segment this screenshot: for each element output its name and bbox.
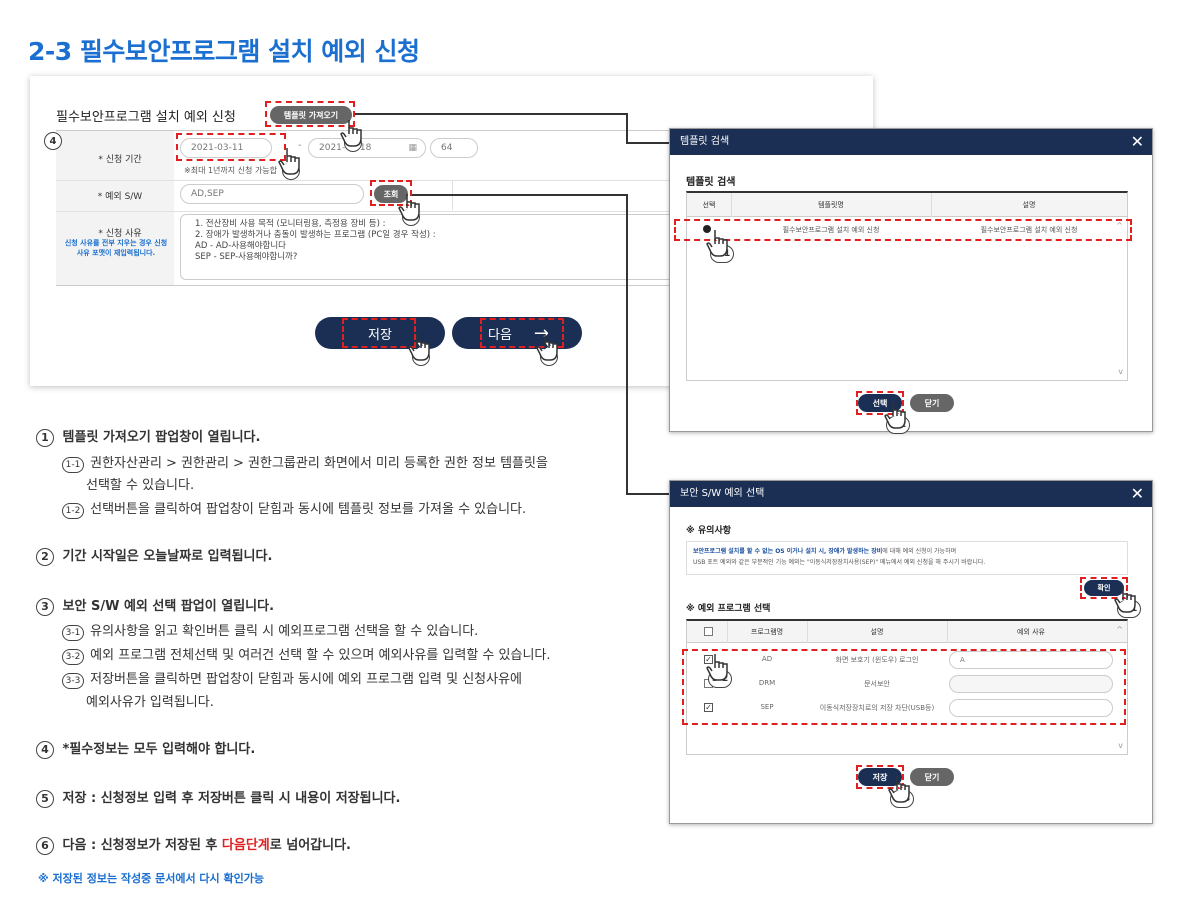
sw-label: * 예외 S/W [97, 192, 143, 202]
notice-text-line2: USB 포트 예외와 같은 부분적인 기능 예외는 "이동식저장장치사용(SEP… [693, 559, 986, 566]
description-item: 1-1 권한자산관리 > 권한관리 > 권한그룹관리 화면에서 미리 등록한 권… [62, 452, 548, 473]
scroll-down-icon[interactable]: v [1118, 367, 1123, 376]
sw-exception-popup: 보안 S/W 예외 선택 ✕ ※ 유의사항 보안프로그램 설치를 할 수 없는 … [669, 480, 1153, 824]
column-header: 설명 [870, 628, 884, 636]
description-number: 3-3 [62, 673, 84, 689]
step-marker: 4 [44, 132, 62, 150]
period-note: ※최대 1년까지 신청 가능합 [184, 166, 278, 175]
reason-line: SEP - SEP-사용해야합니까? [195, 252, 298, 262]
description-item: 5 저장 : 신청정보 입력 후 저장버튼 클릭 시 내용이 저장됩니다. [36, 787, 400, 808]
hand-cursor-icon [884, 402, 906, 429]
description-number: 1-1 [62, 457, 84, 473]
reason-note: 신청 사유를 전부 지우는 경우 신청 사유 포맷이 재입력됩니다. [64, 239, 168, 257]
hand-cursor-icon [888, 776, 910, 803]
hand-cursor-icon [278, 148, 300, 175]
description-text: 보안 S/W 예외 선택 팝업이 열립니다. [62, 599, 275, 614]
description-text: *필수정보는 모두 입력해야 합니다. [62, 742, 256, 757]
hand-cursor-icon [398, 194, 420, 221]
description-text: 저장 : 신청정보 입력 후 저장버튼 클릭 시 내용이 저장됩니다. [62, 791, 401, 806]
period-label: * 신청 기간 [98, 155, 142, 165]
calendar-icon[interactable]: ▦ [408, 139, 417, 157]
column-header: 프로그램명 [750, 628, 784, 636]
sw-input[interactable]: AD,SEP [180, 184, 364, 204]
description-item: 1 템플릿 가져오기 팝업창이 열립니다. [36, 426, 260, 447]
reason-line: 1. 전산장비 사용 목적 (모니터링용, 측정용 장비 등) : [195, 219, 386, 229]
description-item-continued: 예외사유가 입력됩니다. [86, 695, 214, 710]
notice-box: 보안프로그램 설치를 할 수 없는 OS 이거나 설치 시, 장애가 발생하는 … [686, 541, 1128, 575]
description-item: 4 *필수정보는 모두 입력해야 합니다. [36, 738, 255, 759]
close-icon[interactable]: ✕ [1131, 481, 1144, 507]
form-title: 필수보안프로그램 설치 예외 신청 [56, 110, 236, 125]
footnote: ※ 저장된 정보는 작성중 문서에서 다시 확인가능 [38, 872, 264, 885]
description-number: 5 [36, 789, 54, 808]
hand-cursor-icon [340, 120, 362, 147]
description-number: 2 [36, 547, 54, 566]
description-text: 저장버튼을 클릭하면 팝업창이 닫힘과 동시에 예외 프로그램 입력 및 신청사… [90, 672, 523, 687]
sw-popup-header: 보안 S/W 예외 선택 ✕ [670, 481, 1152, 507]
column-header: 설명 [1022, 201, 1036, 209]
date-end-input[interactable]: 2021-03-18 ▦ [308, 138, 426, 158]
template-popup-title: 템플릿 검색 [680, 136, 730, 147]
hand-cursor-icon [1114, 586, 1136, 613]
description-item-continued: 선택할 수 있습니다. [86, 478, 195, 493]
sw-popup-title: 보안 S/W 예외 선택 [680, 488, 765, 499]
description-item: 3-1 유의사항을 읽고 확인버튼 클릭 시 예외프로그램 선택을 할 수 있습… [62, 620, 478, 641]
close-icon[interactable]: ✕ [1131, 129, 1144, 155]
description-highlight: 다음단계 [221, 838, 270, 853]
description-item: 3-3 저장버튼을 클릭하면 팝업창이 닫힘과 동시에 예외 프로그램 입력 및… [62, 668, 522, 689]
scroll-up-icon[interactable]: ^ [1116, 625, 1123, 634]
description-number: 1-2 [62, 503, 84, 519]
description-item: 3 보안 S/W 예외 선택 팝업이 열립니다. [36, 595, 274, 616]
description-text: 선택버튼을 클릭하여 팝업창이 닫힘과 동시에 템플릿 정보를 가져올 수 있습… [90, 502, 527, 517]
description-number: 3 [36, 597, 54, 616]
description-text: 다음 : 신청정보가 저장된 후 [62, 838, 222, 853]
page-title: 2-3 필수보안프로그램 설치 예외 신청 [28, 37, 420, 66]
hand-cursor-icon [536, 334, 558, 361]
description-number: 1 [36, 428, 54, 447]
close-button[interactable]: 닫기 [910, 768, 954, 786]
column-header: 선택 [702, 201, 716, 209]
description-item: 3-2 예외 프로그램 전체선택 및 여러건 선택 할 수 있으며 예외사유를 … [62, 644, 551, 665]
column-header: 템플릿명 [818, 201, 844, 209]
reason-line: AD - AD-사용해야합니다 [195, 241, 286, 251]
days-input: 64 [430, 138, 478, 158]
notice-text: 에 대해 예외 신청이 가능하며 [882, 548, 957, 555]
reason-textarea[interactable]: 1. 전산장비 사용 목적 (모니터링용, 측정용 장비 등) : 2. 장애가… [180, 214, 676, 280]
scroll-down-icon[interactable]: v [1118, 741, 1123, 750]
description-number: 4 [36, 740, 54, 759]
template-popup-header: 템플릿 검색 ✕ [670, 129, 1152, 155]
description-number: 6 [36, 836, 54, 855]
template-popup: 템플릿 검색 ✕ 템플릿 검색 선택 템플릿명 설명 필수보안프로그램 설치 예… [669, 128, 1153, 432]
description-item: 2 기간 시작일은 오늘날짜로 입력됩니다. [36, 545, 272, 566]
description-number: 3-1 [62, 625, 84, 641]
description-text: 예외 프로그램 전체선택 및 여러건 선택 할 수 있으며 예외사유를 입력할 … [90, 648, 551, 663]
template-popup-subtitle: 템플릿 검색 [686, 177, 736, 188]
description-item: 6 다음 : 신청정보가 저장된 후 다음단계로 넘어갑니다. [36, 834, 351, 855]
description-text: 템플릿 가져오기 팝업창이 열립니다. [62, 430, 261, 445]
hand-cursor-icon [706, 654, 728, 681]
reason-line: 2. 장애가 발생하거나 충돌이 발생하는 프로그램 (PC일 경우 작성) : [195, 230, 436, 240]
description-number: 3-2 [62, 649, 84, 665]
select-title: ※ 예외 프로그램 선택 [686, 604, 771, 614]
notice-title: ※ 유의사항 [686, 526, 732, 536]
hand-cursor-icon [408, 334, 430, 361]
description-item: 1-2 선택버튼을 클릭하여 팝업창이 닫힘과 동시에 템플릿 정보를 가져올 … [62, 498, 526, 519]
close-button[interactable]: 닫기 [910, 394, 954, 412]
hand-cursor-icon [706, 230, 728, 257]
description-text-end: 로 넘어갑니다. [269, 838, 351, 853]
description-text: 유의사항을 읽고 확인버튼 클릭 시 예외프로그램 선택을 할 수 있습니다. [90, 624, 479, 639]
description-text: 권한자산관리 > 권한관리 > 권한그룹관리 화면에서 미리 등록한 권한 정보… [90, 456, 548, 471]
description-text: 기간 시작일은 오늘날짜로 입력됩니다. [62, 549, 273, 564]
column-header: 예외 사유 [1017, 628, 1045, 636]
notice-bold-text: 보안프로그램 설치를 할 수 없는 OS 이거나 설치 시, 장애가 발생하는 … [693, 548, 883, 555]
select-all-checkbox[interactable] [704, 627, 713, 636]
